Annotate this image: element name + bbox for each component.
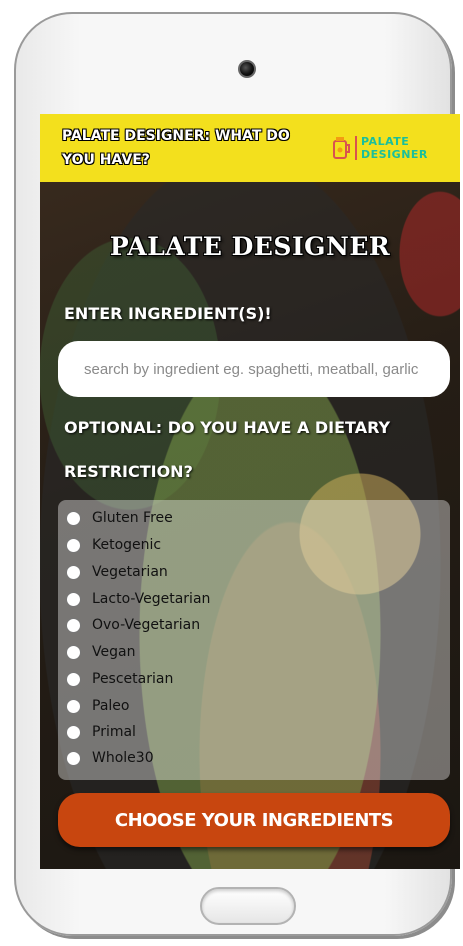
option-label: Paleo — [92, 698, 130, 714]
option-label: Gluten Free — [92, 510, 173, 526]
radio-button[interactable] — [66, 537, 81, 553]
home-button[interactable] — [200, 887, 296, 925]
option-label: Ketogenic — [92, 537, 162, 553]
radio-button[interactable] — [66, 564, 81, 580]
option-gluten-free[interactable]: Gluten Free — [66, 507, 173, 529]
camera-icon — [238, 60, 256, 78]
cup-icon — [333, 137, 350, 159]
option-label: Ovo-Vegetarian — [92, 617, 201, 633]
choose-ingredients-button[interactable]: CHOOSE YOUR INGREDIENTS — [58, 793, 450, 847]
radio-button[interactable] — [66, 644, 81, 660]
logo-line-2: DESIGNER — [361, 148, 428, 161]
option-ovo-vegetarian[interactable]: Ovo-Vegetarian — [66, 614, 200, 636]
option-vegetarian[interactable]: Vegetarian — [66, 561, 168, 583]
ingredient-label: ENTER INGREDIENT(S)! — [64, 304, 272, 323]
radio-button[interactable] — [66, 617, 81, 633]
page-title: PALATE DESIGNER — [109, 232, 391, 261]
logo-line-1: PALATE — [361, 135, 410, 148]
dietary-options-panel: Gluten Free Ketogenic Vegetarian Lacto-V… — [58, 500, 450, 780]
logo-divider — [355, 136, 357, 160]
option-label: Whole30 — [92, 750, 154, 766]
option-ketogenic[interactable]: Ketogenic — [66, 534, 161, 556]
radio-button[interactable] — [66, 510, 81, 526]
header-title: PALATE DESIGNER: WHAT DO YOU HAVE? — [62, 128, 290, 168]
radio-button[interactable] — [66, 750, 81, 766]
app-screen: PALATE DESIGNER: WHAT DO YOU HAVE? PALAT… — [40, 114, 460, 869]
logo-text: PALATE DESIGNER — [361, 135, 428, 161]
option-paleo[interactable]: Paleo — [66, 695, 129, 717]
option-vegan[interactable]: Vegan — [66, 641, 135, 663]
header-bar: PALATE DESIGNER: WHAT DO YOU HAVE? PALAT… — [40, 114, 460, 182]
option-label: Lacto-Vegetarian — [92, 591, 211, 607]
dietary-restriction-label: OPTIONAL: DO YOU HAVE A DIETARY RESTRICT… — [64, 418, 391, 481]
ingredient-search-input[interactable] — [58, 341, 450, 397]
option-whole30[interactable]: Whole30 — [66, 747, 154, 769]
option-label: Primal — [92, 724, 136, 740]
brand-logo[interactable]: PALATE DESIGNER — [332, 134, 442, 164]
option-label: Pescetarian — [92, 671, 174, 687]
radio-button[interactable] — [66, 671, 81, 687]
option-lacto-vegetarian[interactable]: Lacto-Vegetarian — [66, 588, 210, 610]
option-primal[interactable]: Primal — [66, 721, 136, 743]
radio-button[interactable] — [66, 698, 81, 714]
phone-frame: PALATE DESIGNER: WHAT DO YOU HAVE? PALAT… — [14, 12, 460, 936]
radio-button[interactable] — [66, 591, 81, 607]
radio-button[interactable] — [66, 724, 81, 740]
option-label: Vegan — [92, 644, 136, 660]
option-label: Vegetarian — [92, 564, 168, 580]
option-pescetarian[interactable]: Pescetarian — [66, 668, 173, 690]
